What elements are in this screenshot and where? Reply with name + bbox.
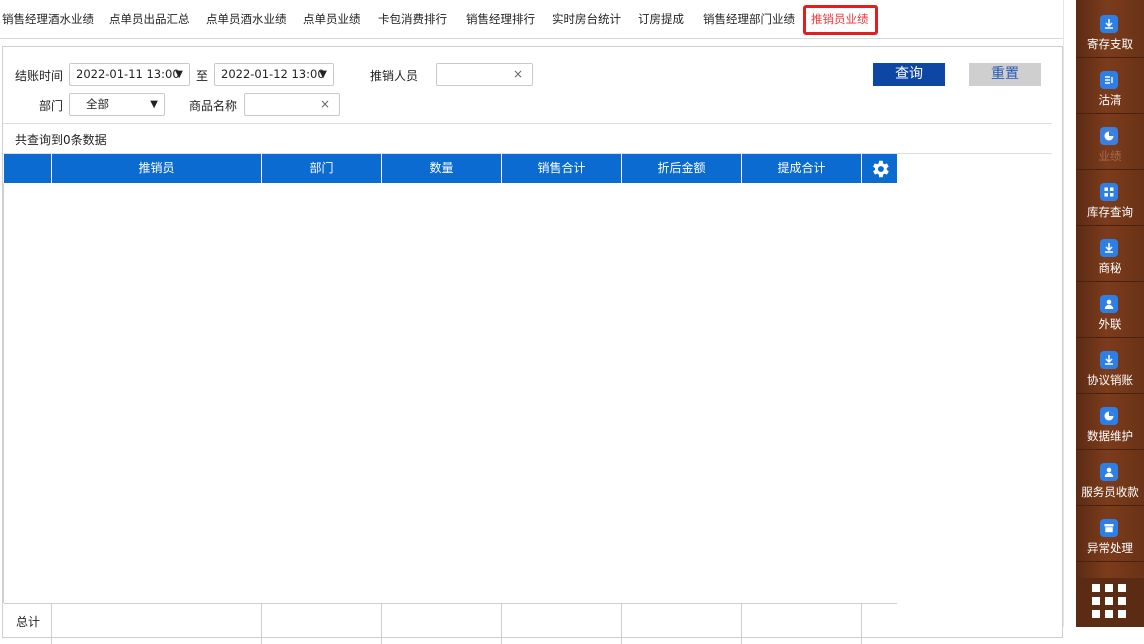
- footer-cell: [742, 604, 862, 644]
- sidebar-item-storage-withdraw[interactable]: 寄存支取: [1076, 4, 1144, 58]
- tab-booking-commission[interactable]: 订房提成: [638, 0, 684, 38]
- sidebar-item-label: 库存查询: [1087, 205, 1133, 219]
- box-icon: [1100, 519, 1118, 537]
- chevron-down-icon: ▼: [319, 69, 327, 80]
- sidebar-item-sold-out[interactable]: 沽清: [1076, 60, 1144, 114]
- sidebar-item-label: 沽清: [1098, 93, 1122, 107]
- sidebar-item-label: 外联: [1098, 317, 1122, 331]
- apps-grid-button[interactable]: [1076, 578, 1144, 627]
- query-button[interactable]: 查询: [873, 63, 945, 86]
- list-icon: [1100, 71, 1118, 89]
- tab-promoter-performance[interactable]: 推销员业绩: [803, 0, 877, 38]
- sidebar-item-outreach[interactable]: 外联: [1076, 284, 1144, 338]
- clear-icon[interactable]: ×: [513, 67, 523, 81]
- sidebar-item-label: 异常处理: [1087, 541, 1133, 555]
- start-time-select[interactable]: 2022-01-11 13:00 ▼: [69, 63, 190, 86]
- department-label: 部门: [39, 99, 64, 113]
- footer-cell: [622, 604, 742, 644]
- total-label: 总计: [16, 615, 41, 629]
- salesperson-input[interactable]: ×: [436, 63, 533, 86]
- chevron-down-icon: ▼: [175, 69, 183, 80]
- report-panel: 结账时间 2022-01-11 13:00 ▼ 至 2022-01-12 13:…: [2, 46, 1063, 644]
- download-icon: [1100, 15, 1118, 33]
- tab-sales-manager-drinks[interactable]: 销售经理酒水业绩: [2, 0, 94, 38]
- footer-cell: [262, 604, 382, 644]
- footer-cell: [502, 604, 622, 644]
- top-tab-bar: 销售经理酒水业绩 点单员出品汇总 点单员酒水业绩 点单员业绩 卡包消费排行 销售…: [0, 0, 1063, 39]
- end-time-select[interactable]: 2022-01-12 13:00 ▼: [214, 63, 334, 86]
- tab-order-taker-output-summary[interactable]: 点单员出品汇总: [109, 0, 190, 38]
- start-time-value: 2022-01-11 13:00: [76, 67, 180, 81]
- column-header-promoter[interactable]: 推销员: [52, 154, 262, 183]
- sidebar-item-label: 服务员收款: [1081, 485, 1139, 499]
- right-sidebar: 寄存支取 沽清 业绩 库存查询 商秘 外联 协议销账 数据维护 服务员收款 异常…: [1076, 0, 1144, 627]
- scroll-gutter: [1063, 0, 1077, 627]
- product-name-input[interactable]: ×: [244, 93, 340, 116]
- sidebar-item-label: 商秘: [1098, 261, 1122, 275]
- pie-chart-icon: [1100, 127, 1118, 145]
- table-body-border: [3, 183, 4, 603]
- table-footer-row: 总计: [4, 603, 897, 644]
- sidebar-item-exception-handling[interactable]: 异常处理: [1076, 508, 1144, 562]
- sidebar-item-agreement-writeoff[interactable]: 协议销账: [1076, 340, 1144, 394]
- footer-cell: [52, 604, 262, 644]
- tab-order-taker-performance[interactable]: 点单员业绩: [303, 0, 361, 38]
- chevron-down-icon: ▼: [150, 99, 158, 110]
- footer-cell: 总计: [4, 604, 52, 644]
- table-header: 推销员 部门 数量 销售合计 折后金额 提成合计: [4, 154, 897, 183]
- tab-order-taker-drinks[interactable]: 点单员酒水业绩: [206, 0, 287, 38]
- column-header-quantity[interactable]: 数量: [382, 154, 502, 183]
- divider: [3, 123, 1052, 124]
- footer-cell: [382, 604, 502, 644]
- tab-card-consumption-ranking[interactable]: 卡包消费排行: [378, 0, 447, 38]
- sidebar-item-waiter-collection[interactable]: 服务员收款: [1076, 452, 1144, 506]
- column-header-commission-total[interactable]: 提成合计: [742, 154, 862, 183]
- tab-sales-manager-dept[interactable]: 销售经理部门业绩: [703, 0, 795, 38]
- column-header-sales-total[interactable]: 销售合计: [502, 154, 622, 183]
- sidebar-item-label: 业绩: [1098, 149, 1122, 163]
- user-icon: [1100, 295, 1118, 313]
- download-icon: [1100, 351, 1118, 369]
- tab-sales-manager-ranking[interactable]: 销售经理排行: [466, 0, 535, 38]
- grid-icon: [1100, 183, 1118, 201]
- sidebar-item-label: 协议销账: [1087, 373, 1133, 387]
- tab-realtime-room-stats[interactable]: 实时房台统计: [552, 0, 621, 38]
- apps-grid-icon: [1092, 584, 1126, 618]
- sidebar-item-data-maintenance[interactable]: 数据维护: [1076, 396, 1144, 450]
- sidebar-item-inventory-query[interactable]: 库存查询: [1076, 172, 1144, 226]
- download-icon: [1100, 239, 1118, 257]
- pie-chart-icon: [1100, 407, 1118, 425]
- department-select[interactable]: 全部 ▼: [69, 93, 165, 116]
- result-count: 共查询到0条数据: [15, 133, 107, 147]
- salesperson-label: 推销人员: [370, 69, 419, 83]
- user-icon: [1100, 463, 1118, 481]
- column-header-department[interactable]: 部门: [262, 154, 382, 183]
- end-time-value: 2022-01-12 13:00: [221, 67, 325, 81]
- sidebar-item-label: 数据维护: [1087, 429, 1133, 443]
- sidebar-item-label: 寄存支取: [1087, 37, 1133, 51]
- reset-button[interactable]: 重置: [969, 63, 1041, 86]
- to-label: 至: [196, 69, 209, 83]
- gear-icon[interactable]: [862, 154, 897, 183]
- product-name-label: 商品名称: [189, 99, 238, 113]
- column-header-index: [4, 154, 52, 183]
- clear-icon[interactable]: ×: [320, 97, 330, 111]
- column-header-discounted-amount[interactable]: 折后金额: [622, 154, 742, 183]
- sidebar-item-business-secretary[interactable]: 商秘: [1076, 228, 1144, 282]
- checkout-time-label: 结账时间: [15, 69, 64, 83]
- department-value: 全部: [86, 97, 109, 111]
- sidebar-item-performance[interactable]: 业绩: [1076, 116, 1144, 170]
